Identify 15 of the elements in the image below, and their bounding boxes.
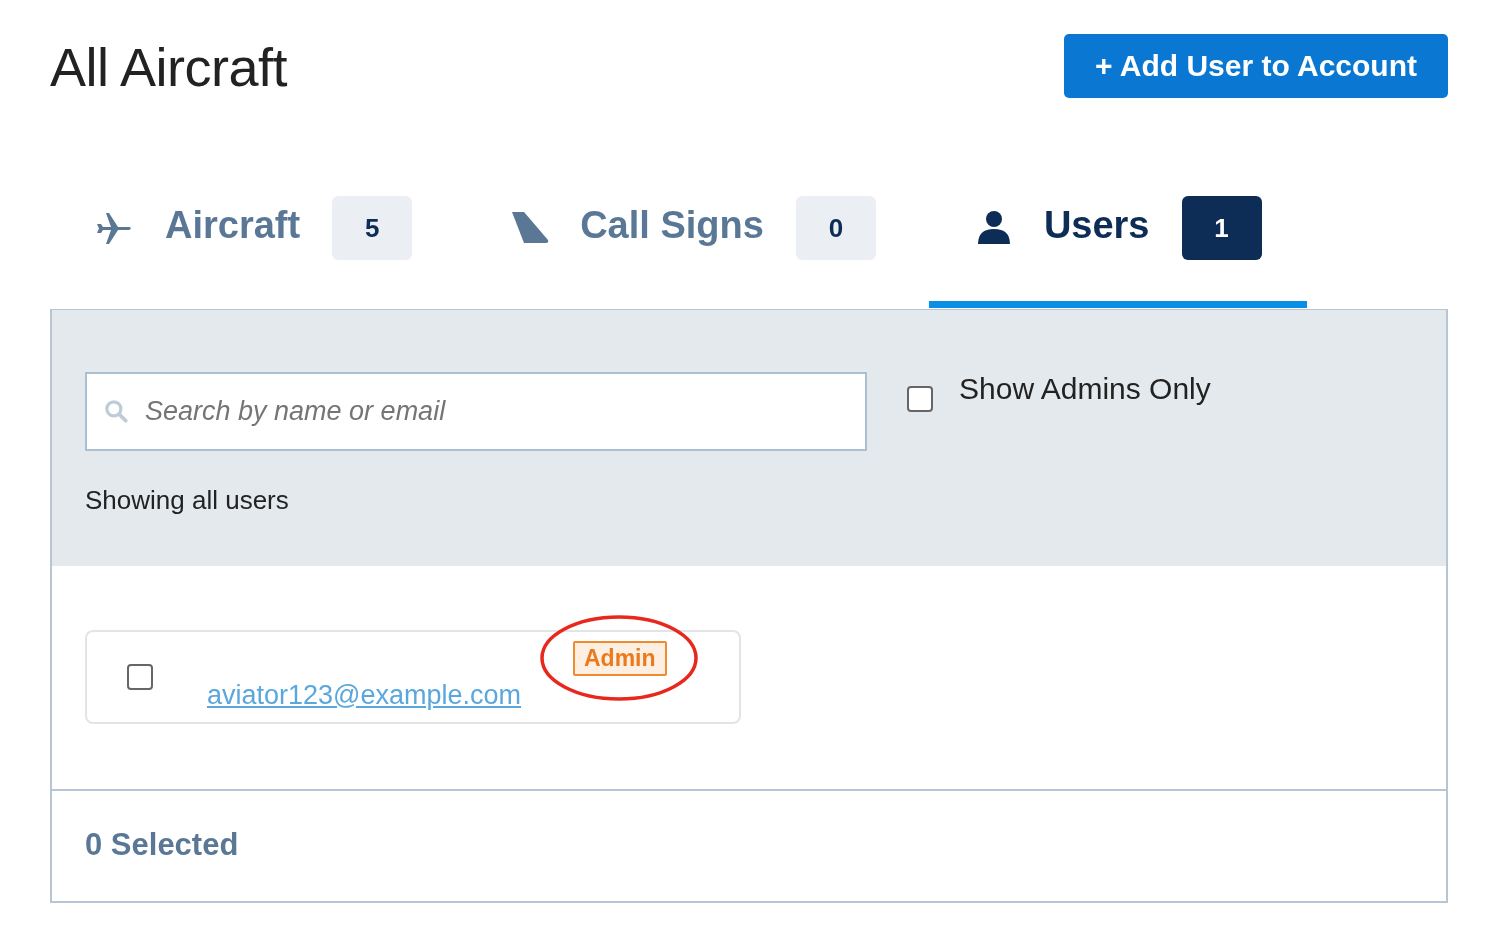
count-badge: 0 [795,196,876,260]
tail-fin-icon [510,210,551,246]
checkbox-label: Show Admins Only [959,372,1211,406]
add-user-button[interactable]: + Add User to Account [1064,34,1448,98]
selected-count: 0 Selected [85,827,239,862]
tab[interactable]: Aircraft 5 [50,196,458,308]
count-badge: 5 [332,196,413,260]
page-title: All Aircraft [50,36,288,98]
checkbox[interactable] [907,386,933,412]
checkbox[interactable] [127,664,153,690]
count-badge: 1 [1181,196,1262,260]
tab[interactable]: Call Signs 0 [465,196,921,308]
filter-status: Showing all users [85,485,290,516]
admin-badge: Admin [573,641,667,676]
search-field[interactable]: Search by name or email [85,372,867,451]
